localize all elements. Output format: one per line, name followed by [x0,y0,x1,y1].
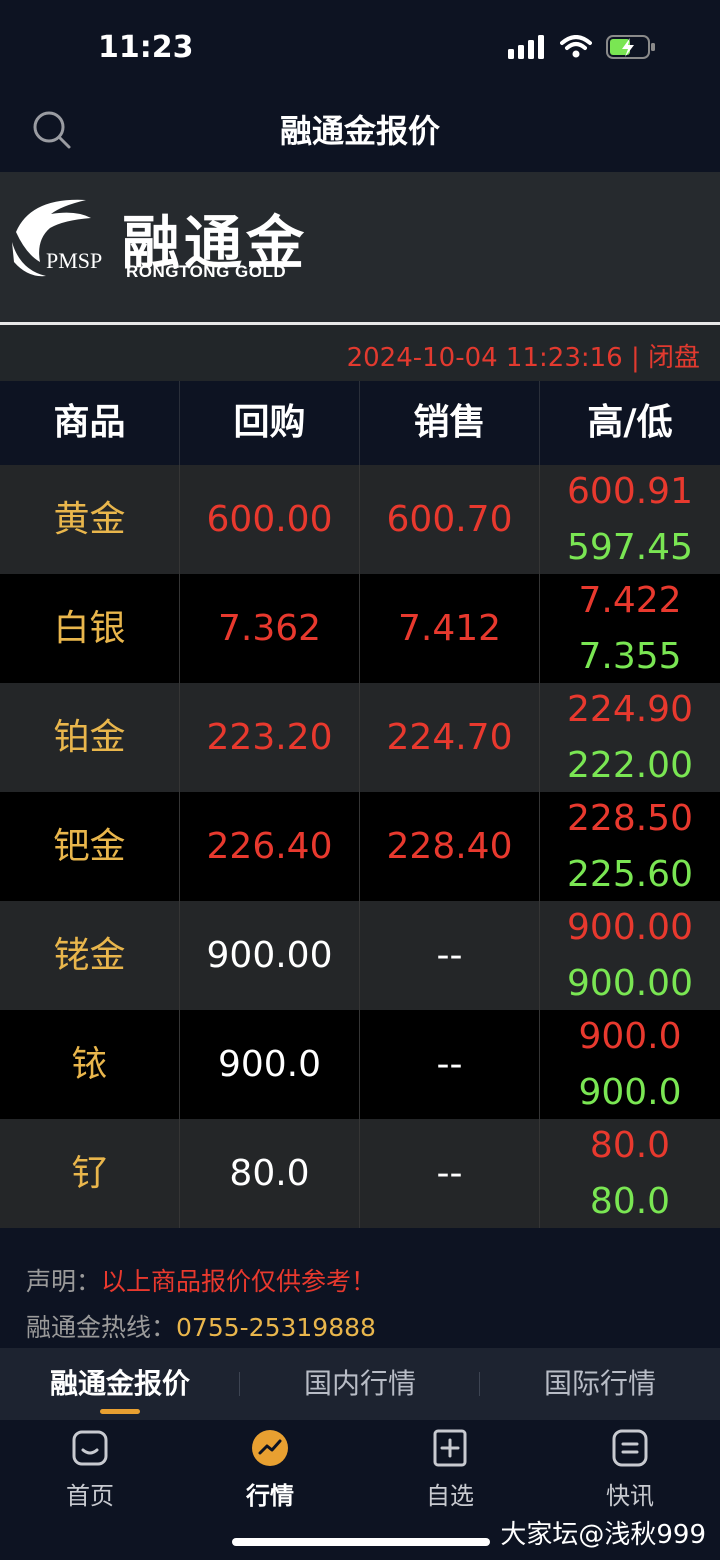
high-price: 80.0 [589,1124,671,1166]
news-icon [612,1429,648,1467]
table-header: 商品 回购 销售 高/低 [0,381,720,465]
sell-price: -- [360,1010,540,1119]
table-row[interactable]: 黄金 600.00 600.70 600.91 597.45 [0,465,720,574]
buyback-price: 7.362 [180,574,360,683]
high-price: 900.0 [578,1015,682,1057]
nav-home[interactable]: 首页 [0,1420,180,1560]
tab-international-market[interactable]: 国际行情 [480,1348,720,1420]
buyback-price: 223.20 [180,683,360,792]
table-row[interactable]: 白银 7.362 7.412 7.422 7.355 [0,574,720,683]
brand-banner: PMSP 融通金 RONGTONG GOLD [0,172,720,325]
update-time-bar: 2024-10-04 11:23:16 | 闭盘 [0,325,720,381]
nav-label: 自选 [426,1482,474,1510]
product-name: 黄金 [0,465,180,574]
sell-price: 7.412 [360,574,540,683]
table-row[interactable]: 铂金 223.20 224.70 224.90 222.00 [0,683,720,792]
high-price: 600.91 [567,470,693,512]
low-price: 222.00 [567,744,693,786]
high-low: 900.0 900.0 [540,1010,720,1119]
hotline-label: 融通金热线： [26,1313,177,1342]
low-price: 80.0 [589,1180,671,1222]
trend-chart-icon [252,1430,288,1466]
high-low: 224.90 222.00 [540,683,720,792]
sell-price: -- [360,1119,540,1228]
home-indicator [232,1538,490,1546]
tab-rongtong-quote[interactable]: 融通金报价 [0,1348,240,1420]
product-name: 铱 [0,1010,180,1119]
table-row[interactable]: 铑金 900.00 -- 900.00 900.00 [0,901,720,1010]
product-name: 白银 [0,574,180,683]
buyback-price: 900.00 [180,901,360,1010]
high-low: 7.422 7.355 [540,574,720,683]
logo-name-en: RONGTONG GOLD [126,262,287,281]
low-price: 7.355 [578,635,682,677]
market-subtabs: 融通金报价 国内行情 国际行情 [0,1348,720,1420]
watermark: 大家坛@浅秋999 [500,1520,706,1550]
hotline-number[interactable]: 0755-25319888 [176,1313,376,1342]
high-price: 224.90 [567,688,693,730]
tab-domestic-market[interactable]: 国内行情 [240,1348,480,1420]
header-sell: 销售 [360,381,540,465]
high-price: 900.00 [567,906,693,948]
high-low: 228.50 225.60 [540,792,720,901]
high-price: 228.50 [567,797,693,839]
nav-label: 行情 [246,1482,294,1510]
tab-label: 融通金报价 [49,1367,190,1400]
header-product: 商品 [0,381,180,465]
home-icon [72,1430,108,1466]
tab-label: 国际行情 [543,1367,656,1400]
status-icons [508,34,656,60]
update-time: 2024-10-04 11:23:16 | 闭盘 [346,343,700,373]
status-bar: 11:23 [0,0,720,96]
product-name: 铑金 [0,901,180,1010]
sell-price: 228.40 [360,792,540,901]
notes: 声明：以上商品报价仅供参考！ 融通金热线：0755-25319888 [26,1262,376,1354]
tab-label: 国内行情 [303,1367,416,1400]
price-table: 商品 回购 销售 高/低 黄金 600.00 600.70 600.91 597… [0,381,720,1228]
sell-price: 600.70 [360,465,540,574]
table-row[interactable]: 钌 80.0 -- 80.0 80.0 [0,1119,720,1228]
high-low: 80.0 80.0 [540,1119,720,1228]
product-name: 钯金 [0,792,180,901]
high-low: 600.91 597.45 [540,465,720,574]
sell-price: -- [360,901,540,1010]
header-buyback: 回购 [180,381,360,465]
high-low: 900.00 900.00 [540,901,720,1010]
navbar: 融通金报价 [0,88,720,172]
disclaimer: 声明：以上商品报价仅供参考！ [26,1262,376,1308]
signal-icon [508,35,544,59]
buyback-price: 600.00 [180,465,360,574]
product-name: 钌 [0,1119,180,1228]
disclaimer-text: 以上商品报价仅供参考！ [101,1267,377,1296]
table-row[interactable]: 铱 900.0 -- 900.0 900.0 [0,1010,720,1119]
header-high-low: 高/低 [587,402,673,443]
battery-charging-icon [606,35,655,59]
high-price: 7.422 [578,579,682,621]
low-price: 900.00 [567,962,693,1004]
buyback-price: 226.40 [180,792,360,901]
wifi-icon [560,35,592,58]
buyback-price: 900.0 [180,1010,360,1119]
buyback-price: 80.0 [180,1119,360,1228]
low-price: 597.45 [567,526,693,568]
active-tab-indicator [100,1409,140,1414]
logo-pmsp: PMSP [46,248,103,273]
disclaimer-label: 声明： [26,1267,102,1296]
add-watchlist-icon [433,1429,467,1467]
table-row[interactable]: 钯金 226.40 228.40 228.50 225.60 [0,792,720,901]
low-price: 225.60 [567,853,693,895]
nav-label: 首页 [66,1482,114,1510]
status-time: 11:23 [98,30,194,65]
nav-label: 快讯 [606,1482,654,1510]
low-price: 900.0 [578,1071,682,1113]
sell-price: 224.70 [360,683,540,792]
page-title: 融通金报价 [279,112,440,150]
product-name: 铂金 [0,683,180,792]
